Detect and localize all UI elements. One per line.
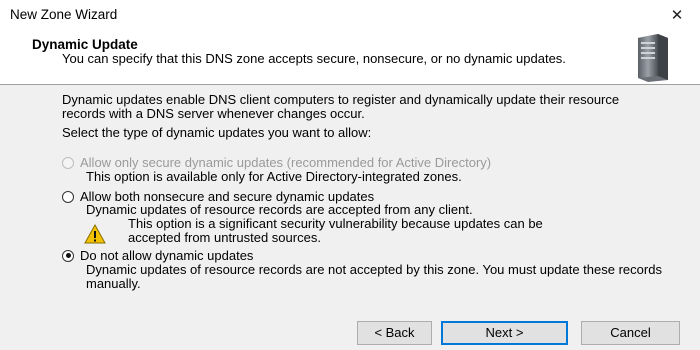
next-button[interactable]: Next > <box>441 321 568 345</box>
back-button[interactable]: < Back <box>357 321 432 345</box>
radio-no-dynamic-updates[interactable] <box>62 249 74 262</box>
option-secure-only: Allow only secure dynamic updates (recom… <box>62 155 491 170</box>
option-no-dynamic-updates-description: Dynamic updates of resource records are … <box>86 262 662 291</box>
option-no-dynamic-updates[interactable]: Do not allow dynamic updates <box>62 248 253 263</box>
warning-icon <box>84 224 106 244</box>
option-secure-only-description: This option is available only for Active… <box>86 169 462 184</box>
window-title: New Zone Wizard <box>10 7 118 22</box>
intro-text: Dynamic updates enable DNS client comput… <box>62 92 620 121</box>
security-warning-text: This option is a significant security vu… <box>128 216 543 245</box>
title-bar: New Zone Wizard ✕ <box>0 0 700 30</box>
close-icon[interactable]: ✕ <box>654 0 700 30</box>
option-no-dynamic-updates-label[interactable]: Do not allow dynamic updates <box>80 248 253 263</box>
option-nonsecure-and-secure-description: Dynamic updates of resource records are … <box>86 202 473 217</box>
radio-nonsecure-and-secure[interactable] <box>62 190 74 203</box>
page-subtitle: You can specify that this DNS zone accep… <box>62 51 566 66</box>
wizard-header: Dynamic Update You can specify that this… <box>0 30 700 85</box>
option-secure-only-label: Allow only secure dynamic updates (recom… <box>80 155 492 170</box>
radio-secure-only <box>62 156 74 169</box>
wizard-body: Dynamic updates enable DNS client comput… <box>0 85 700 350</box>
cancel-button[interactable]: Cancel <box>581 321 680 345</box>
selection-prompt: Select the type of dynamic updates you w… <box>62 125 372 140</box>
page-title: Dynamic Update <box>32 37 138 52</box>
server-icon <box>638 34 668 82</box>
